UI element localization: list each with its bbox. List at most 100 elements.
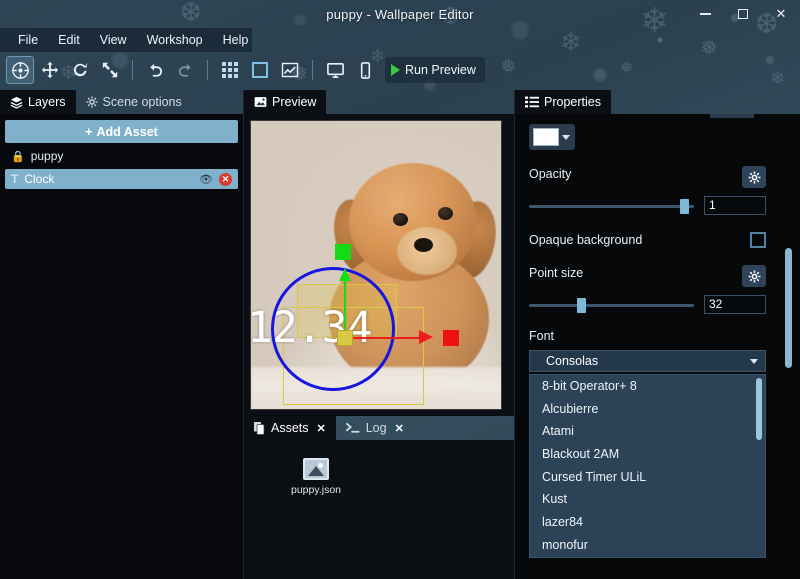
rotate-gizmo-icon[interactable] [271, 267, 395, 391]
font-options-list: 8-bit Operator+ 8 Alcubierre Atami Black… [529, 374, 766, 558]
gear-icon [86, 96, 98, 108]
tab-preview[interactable]: Preview [244, 90, 327, 114]
add-asset-label: Add Asset [96, 124, 158, 139]
tab-log[interactable]: Log ✕ [336, 416, 414, 440]
toolbar-divider [207, 60, 208, 80]
point-size-value-field[interactable]: 32 [704, 295, 766, 314]
font-option[interactable]: Blackout 2AM [530, 443, 765, 466]
bounds-toggle-icon[interactable] [246, 56, 274, 84]
move-tool-icon[interactable] [36, 56, 64, 84]
opacity-slider-thumb[interactable] [679, 198, 689, 214]
rotate-tool-icon[interactable] [66, 56, 94, 84]
tab-assets[interactable]: Assets ✕ [244, 416, 336, 440]
opacity-label: Opacity [529, 166, 572, 181]
play-icon [391, 64, 400, 76]
preview-canvas[interactable]: 12.34 [250, 120, 502, 410]
close-log-tab-icon[interactable]: ✕ [395, 422, 404, 435]
close-button[interactable]: ✕ [762, 0, 800, 28]
toolbar-divider [132, 60, 133, 80]
gizmo-y-handle[interactable] [335, 244, 351, 260]
tab-properties-label: Properties [544, 95, 601, 109]
chevron-down-icon [562, 134, 570, 140]
font-option[interactable]: 8-bit Operator+ 8 [530, 375, 765, 398]
layer-row-puppy[interactable]: 🔒 puppy [5, 146, 238, 166]
menu-edit[interactable]: Edit [48, 30, 90, 50]
opacity-slider[interactable] [529, 198, 694, 214]
opacity-value-field[interactable]: 1 [704, 196, 766, 215]
preview-tabstrip: Preview [244, 90, 514, 114]
toolbar: Run Preview [0, 52, 800, 88]
grid-toggle-icon[interactable] [216, 56, 244, 84]
files-icon [254, 421, 265, 435]
gizmo-x-handle[interactable] [443, 330, 459, 346]
layers-panel: Layers Scene options + Add Asset 🔒 puppy [0, 90, 243, 579]
delete-layer-icon[interactable]: ✕ [219, 172, 232, 186]
menu-view[interactable]: View [90, 30, 137, 50]
undo-icon[interactable] [141, 56, 169, 84]
color-picker-button[interactable] [529, 124, 575, 150]
font-option[interactable]: monofur [530, 534, 765, 557]
graph-toggle-icon[interactable] [276, 56, 304, 84]
font-option[interactable]: Kust [530, 488, 765, 511]
tab-assets-label: Assets [271, 421, 309, 435]
scale-tool-icon[interactable] [96, 56, 124, 84]
preview-body: 12.34 [244, 114, 514, 416]
font-option[interactable]: lazer84 [530, 511, 765, 534]
point-size-row: 32 [529, 295, 766, 314]
asset-item[interactable]: puppy.json [280, 458, 352, 496]
font-label: Font [529, 329, 555, 343]
point-size-slider[interactable] [529, 297, 694, 313]
asset-label: puppy.json [290, 484, 341, 496]
font-option[interactable]: Alcubierre [530, 398, 765, 421]
tab-scene-options-label: Scene options [102, 95, 182, 109]
maximize-button[interactable] [724, 0, 762, 28]
bottom-tabstrip: Assets ✕ Log ✕ [244, 416, 514, 440]
font-option[interactable]: Atami [530, 420, 765, 443]
mobile-preview-icon[interactable] [351, 56, 379, 84]
monitor-preview-icon[interactable] [321, 56, 349, 84]
point-size-settings-gear-icon[interactable] [742, 265, 766, 287]
layer-row-clock[interactable]: T Clock 👁 ✕ [5, 169, 238, 189]
minimize-button[interactable] [686, 0, 724, 28]
toolbar-divider [312, 60, 313, 80]
window-controls: ✕ [686, 0, 800, 28]
preview-panel: Preview 12.34 Assets ✕ Log ✕ puppy.json [244, 90, 514, 579]
gizmo-x-arrow-icon [419, 330, 433, 344]
opacity-slider-track [529, 204, 694, 208]
font-option[interactable]: Cursed Timer ULiL [530, 466, 765, 489]
tab-properties[interactable]: Properties [515, 90, 611, 114]
properties-scrollbar[interactable] [785, 248, 792, 368]
gizmo-y-arrow-icon [339, 268, 351, 281]
window-title: puppy - Wallpaper Editor [326, 6, 474, 22]
gizmo-center-handle[interactable] [337, 330, 353, 346]
tab-layers-label: Layers [28, 95, 66, 109]
add-asset-button[interactable]: + Add Asset [5, 120, 238, 143]
point-size-header-row: Point size [529, 265, 766, 287]
menu-workshop[interactable]: Workshop [137, 30, 213, 50]
eye-icon[interactable]: 👁 [199, 173, 213, 186]
font-list-scrollbar[interactable] [756, 378, 762, 440]
layer-label-clock: Clock [24, 172, 55, 186]
close-assets-tab-icon[interactable]: ✕ [317, 422, 326, 435]
menu-help[interactable]: Help [213, 30, 259, 50]
menu-file[interactable]: File [8, 30, 48, 50]
list-icon [525, 96, 539, 108]
lock-icon: 🔒 [11, 150, 25, 163]
layer-label-puppy: puppy [30, 149, 64, 163]
run-preview-button[interactable]: Run Preview [385, 57, 485, 83]
font-selected-value: Consolas [546, 354, 599, 368]
color-swatch [533, 128, 559, 146]
image-file-icon [303, 458, 329, 480]
properties-panel: Properties Opacity 1 Opaque background P… [515, 90, 800, 579]
scrolled-control-stub [710, 114, 754, 118]
panels-container: Layers Scene options + Add Asset 🔒 puppy [0, 90, 800, 579]
properties-body: Opacity 1 Opaque background Point size 3… [515, 114, 800, 579]
redo-icon[interactable] [171, 56, 199, 84]
point-size-slider-thumb[interactable] [576, 297, 586, 313]
select-tool-icon[interactable] [6, 56, 34, 84]
tab-layers[interactable]: Layers [0, 90, 76, 114]
tab-scene-options[interactable]: Scene options [76, 90, 192, 114]
opacity-settings-gear-icon[interactable] [742, 166, 766, 188]
opaque-background-checkbox[interactable] [750, 232, 766, 248]
font-dropdown[interactable]: Consolas [529, 350, 766, 372]
